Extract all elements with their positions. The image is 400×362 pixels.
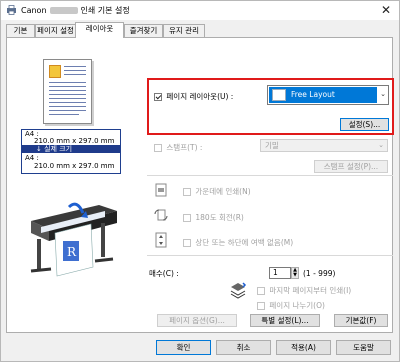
- special-settings-button[interactable]: 특별 설정(L)...: [250, 314, 320, 327]
- text-line: [49, 114, 79, 115]
- collate-label: 페이지 나누기(O): [269, 301, 325, 310]
- center-label: 가운데에 인쇄(N): [195, 187, 251, 196]
- tab-favorites[interactable]: 즐겨찾기: [124, 24, 163, 37]
- size-1-value: 210.0 mm x 297.0 mm: [34, 137, 115, 145]
- last-page-first-label: 마지막 페이지부터 인쇄(I): [269, 286, 352, 295]
- divider: [147, 175, 393, 176]
- no-margin-icon: [155, 232, 167, 248]
- printer-app-icon: [7, 5, 16, 15]
- tab-page-setup[interactable]: 페이지 설정: [35, 24, 76, 37]
- page-layout-selected: Free Layout: [269, 87, 377, 103]
- text-line: [49, 90, 86, 91]
- last-page-first-checkbox[interactable]: [257, 287, 265, 295]
- rotate-label: 180도 회전(R): [195, 213, 244, 222]
- tab-maintenance[interactable]: 유지 관리: [163, 24, 205, 37]
- text-line: [64, 70, 86, 71]
- stamp-checkbox[interactable]: [154, 144, 162, 152]
- text-line: [49, 94, 86, 95]
- ok-button[interactable]: 확인: [156, 340, 211, 355]
- blurred-model-name: [49, 7, 78, 14]
- printer-illustration: R: [30, 202, 117, 277]
- text-line: [49, 110, 86, 111]
- page-preview: [43, 59, 92, 124]
- window-title: Canon 인쇄 기본 설정: [21, 5, 130, 16]
- apply-button[interactable]: 적용(A): [276, 340, 331, 355]
- close-icon[interactable]: ✕: [381, 3, 391, 17]
- last-page-first-option[interactable]: 마지막 페이지부터 인쇄(I): [257, 285, 351, 296]
- layout-tab-panel: A4 : 210.0 mm x 297.0 mm ↓ 실제 크기 A4 : 21…: [6, 37, 394, 333]
- page-layout-checkbox[interactable]: [154, 93, 162, 101]
- center-checkbox[interactable]: [183, 188, 191, 196]
- rotate-option[interactable]: 180도 회전(R): [183, 212, 244, 223]
- stamp-label: 스탬프(T) :: [166, 143, 203, 152]
- text-line: [49, 86, 86, 87]
- stamp-checkbox-row[interactable]: 스탬프(T) :: [154, 142, 202, 153]
- page-options-button[interactable]: 페이지 옵션(G)...: [157, 314, 237, 327]
- layout-settings-button[interactable]: 설정(S)...: [340, 118, 389, 131]
- chevron-down-icon[interactable]: ⌄: [378, 140, 384, 151]
- window-title-prefix: Canon: [21, 6, 47, 15]
- page-stack-icon: [230, 282, 247, 299]
- page-layout-select[interactable]: Free Layout ⌄: [267, 85, 389, 105]
- copies-label: 매수(C) :: [149, 269, 179, 278]
- paper-size-info: A4 : 210.0 mm x 297.0 mm ↓ 실제 크기 A4 : 21…: [21, 129, 121, 174]
- page-layout-checkbox-row[interactable]: 페이지 레이아웃(U) :: [154, 91, 233, 102]
- text-line: [49, 102, 86, 103]
- copies-range: (1 - 999): [303, 269, 336, 278]
- stamp-select[interactable]: 기밀 ⌄: [260, 139, 388, 152]
- size-2-label: A4 :: [25, 154, 39, 162]
- page-layout-label: 페이지 레이아웃(U) :: [166, 92, 234, 101]
- free-layout-icon: [272, 89, 286, 101]
- no-margin-option[interactable]: 상단 또는 하단에 여백 없음(M): [183, 237, 293, 248]
- chevron-down-icon[interactable]: ⌄: [380, 90, 386, 98]
- rotate-checkbox[interactable]: [183, 214, 191, 222]
- page-layout-value: Free Layout: [291, 90, 335, 99]
- divider: [147, 255, 393, 256]
- svg-text:R: R: [67, 245, 77, 259]
- stamp-settings-button[interactable]: 스탬프 설정(P)...: [314, 160, 388, 173]
- center-page-icon: [155, 183, 167, 197]
- no-margin-label: 상단 또는 하단에 여백 없음(M): [195, 238, 294, 247]
- tab-basic[interactable]: 기본: [6, 24, 35, 37]
- copies-spinner[interactable]: ▲ ▼: [291, 267, 299, 279]
- printing-preferences-window: Canon 인쇄 기본 설정 ✕ 기본 페이지 설정 레이아웃 즐겨찾기 유지 관…: [0, 0, 400, 362]
- stamp-value: 기밀: [265, 141, 279, 150]
- cancel-button[interactable]: 취소: [216, 340, 271, 355]
- text-line: [64, 66, 86, 67]
- text-line: [49, 82, 86, 83]
- title-bar: Canon 인쇄 기본 설정 ✕: [1, 1, 399, 20]
- rotate-180-icon: [154, 209, 168, 221]
- size-2-value: 210.0 mm x 297.0 mm: [34, 162, 115, 170]
- text-line: [49, 98, 86, 99]
- tab-layout[interactable]: 레이아웃: [75, 22, 124, 38]
- no-margin-checkbox[interactable]: [183, 239, 191, 247]
- text-line: [64, 74, 86, 75]
- help-button[interactable]: 도움말: [336, 340, 391, 355]
- text-line: [49, 106, 86, 107]
- collate-checkbox[interactable]: [257, 302, 265, 310]
- window-title-suffix: 인쇄 기본 설정: [80, 6, 130, 15]
- actual-size-band: ↓ 실제 크기: [22, 145, 120, 153]
- center-option[interactable]: 가운데에 인쇄(N): [183, 186, 251, 197]
- collate-option[interactable]: 페이지 나누기(O): [257, 300, 325, 311]
- copies-input[interactable]: 1: [269, 267, 291, 279]
- defaults-button[interactable]: 기본값(F): [334, 314, 388, 327]
- image-placeholder-icon: [49, 65, 61, 78]
